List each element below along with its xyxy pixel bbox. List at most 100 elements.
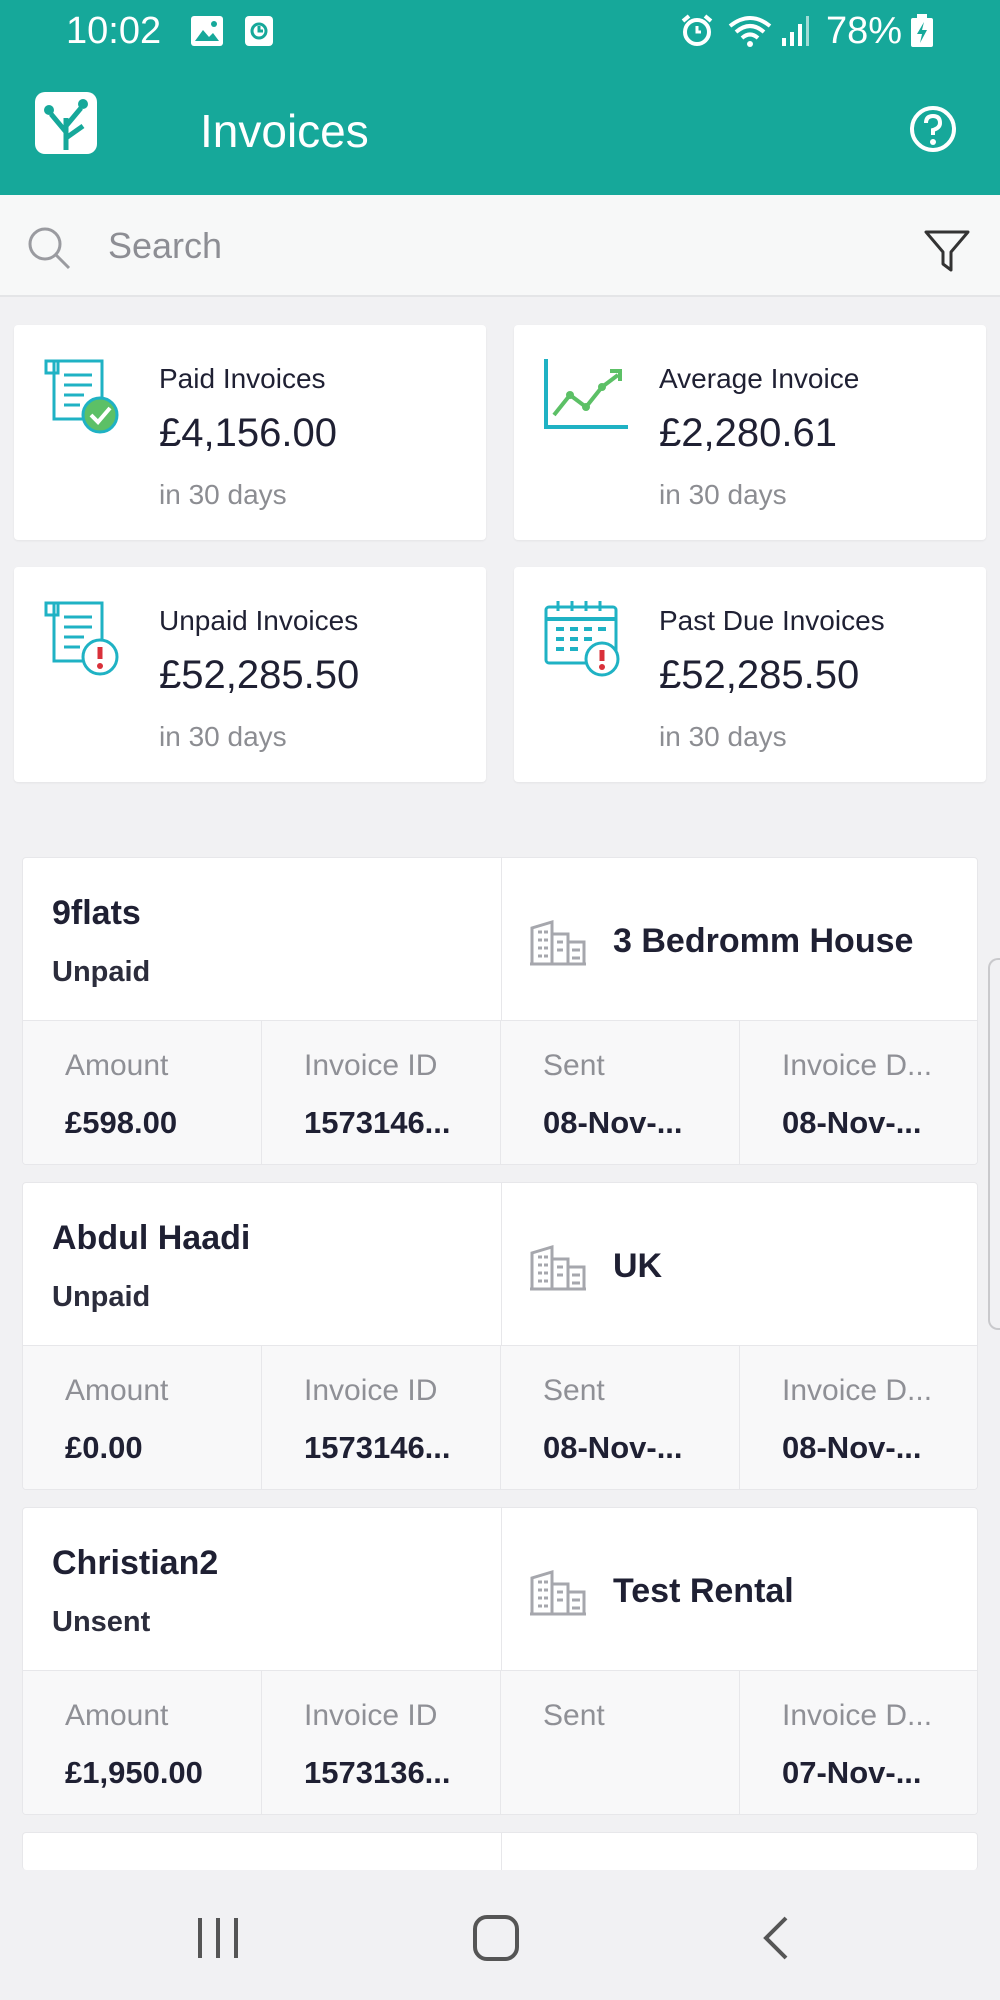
invoice-details: Amount £598.00 Invoice ID 1573146... Sen… xyxy=(23,1021,977,1164)
wifi-icon xyxy=(728,14,772,58)
summary-period: in 30 days xyxy=(159,479,287,510)
field-value: 08-Nov-... xyxy=(543,1430,683,1465)
summary-card-paid[interactable]: Paid Invoices £4,156.00 in 30 days xyxy=(14,325,486,540)
summary-period: in 30 days xyxy=(659,479,787,510)
screen-record-icon xyxy=(244,14,274,57)
invoice-property: Test Rental xyxy=(613,1572,794,1610)
field-value: 08-Nov-... xyxy=(543,1105,683,1140)
divider xyxy=(501,1183,502,1346)
field-value: 1573146... xyxy=(304,1105,451,1140)
invoice-client: 9flats xyxy=(52,894,141,932)
summary-period: in 30 days xyxy=(659,721,787,752)
divider xyxy=(501,1508,502,1671)
paid-invoice-icon xyxy=(40,355,130,445)
field-value: 08-Nov-... xyxy=(782,1430,922,1465)
invoice-status: Unsent xyxy=(52,1606,151,1638)
invoice-header: 9flats Unpaid 3 Bedromm House xyxy=(23,858,977,1021)
summary-period: in 30 days xyxy=(159,721,287,752)
app-header: 10:02 78% Invoices xyxy=(0,0,1000,195)
field-value: 07-Nov-... xyxy=(782,1755,922,1790)
invoice-date-cell: Invoice D... 08-Nov-... xyxy=(740,1021,977,1164)
invoice-id-cell: Invoice ID 1573146... xyxy=(262,1346,501,1489)
invoice-amount-cell: Amount £0.00 xyxy=(23,1346,262,1489)
field-label: Invoice D... xyxy=(782,1699,933,1732)
field-label: Sent xyxy=(543,1049,605,1082)
invoice-id-cell: Invoice ID 1573136... xyxy=(262,1671,501,1814)
field-label: Sent xyxy=(543,1374,605,1407)
invoice-header: Abdul Haadi Unpaid UK xyxy=(23,1183,977,1346)
search-input[interactable] xyxy=(108,220,888,272)
status-bar: 10:02 78% xyxy=(0,0,1000,66)
invoice-date-cell: Invoice D... 07-Nov-... xyxy=(740,1671,977,1814)
field-value: £598.00 xyxy=(65,1105,178,1140)
invoice-status: Unpaid xyxy=(52,956,151,988)
invoice-amount-cell: Amount £1,950.00 xyxy=(23,1671,262,1814)
summary-value: £2,280.61 xyxy=(659,411,837,455)
field-value: £1,950.00 xyxy=(65,1755,203,1790)
tree-logo-icon[interactable] xyxy=(35,92,97,154)
invoice-card[interactable]: Christian2 Unsent Test Rental Amount £1,… xyxy=(22,1507,978,1815)
home-icon[interactable] xyxy=(468,1910,524,1966)
invoice-sent-cell: Sent 08-Nov-... xyxy=(501,1346,740,1489)
unpaid-invoice-icon xyxy=(40,597,130,687)
status-time: 10:02 xyxy=(66,10,162,52)
search-icon xyxy=(26,225,72,271)
help-button[interactable] xyxy=(908,104,958,154)
search-bar xyxy=(0,195,1000,297)
invoice-sent-cell: Sent xyxy=(501,1671,740,1814)
filter-icon xyxy=(924,230,970,272)
filter-button[interactable] xyxy=(922,226,972,276)
invoice-card[interactable]: Abdul Haadi Unpaid UK Amount £0.00 Invoi… xyxy=(22,1182,978,1490)
invoice-client: Abdul Haadi xyxy=(52,1219,251,1257)
building-icon xyxy=(528,1243,588,1291)
invoice-status: Unpaid xyxy=(52,1281,151,1313)
field-label: Invoice D... xyxy=(782,1374,933,1407)
field-label: Invoice ID xyxy=(304,1699,438,1732)
field-value: 08-Nov-... xyxy=(782,1105,922,1140)
invoice-date-cell: Invoice D... 08-Nov-... xyxy=(740,1346,977,1489)
invoice-amount-cell: Amount £598.00 xyxy=(23,1021,262,1164)
building-icon xyxy=(528,1568,588,1616)
invoice-client: Christian2 xyxy=(52,1544,219,1582)
invoice-card[interactable]: 9flats Unpaid 3 Bedromm House Amount £59… xyxy=(22,857,978,1165)
invoice-details: Amount £0.00 Invoice ID 1573146... Sent … xyxy=(23,1346,977,1489)
summary-card-unpaid[interactable]: Unpaid Invoices £52,285.50 in 30 days xyxy=(14,567,486,782)
invoice-property: 3 Bedromm House xyxy=(613,922,914,960)
invoice-property: UK xyxy=(613,1247,663,1285)
field-label: Invoice ID xyxy=(304,1374,438,1407)
recent-apps-icon[interactable] xyxy=(190,1910,246,1966)
image-icon xyxy=(190,14,224,57)
summary-card-past-due[interactable]: Past Due Invoices £52,285.50 in 30 days xyxy=(514,567,986,782)
building-icon xyxy=(528,918,588,966)
summary-value: £52,285.50 xyxy=(659,653,860,697)
help-circle-icon xyxy=(910,106,956,152)
summary-value: £4,156.00 xyxy=(159,411,337,455)
scrollbar[interactable] xyxy=(988,958,1000,1330)
divider xyxy=(501,858,502,1021)
field-label: Amount xyxy=(65,1374,169,1407)
field-label: Sent xyxy=(543,1699,605,1732)
divider xyxy=(501,1833,502,1870)
summary-card-average[interactable]: Average Invoice £2,280.61 in 30 days xyxy=(514,325,986,540)
battery-charging-icon xyxy=(910,14,934,58)
invoice-id-cell: Invoice ID 1573146... xyxy=(262,1021,501,1164)
field-label: Invoice D... xyxy=(782,1049,933,1082)
summary-label: Past Due Invoices xyxy=(659,605,885,636)
field-value: 1573146... xyxy=(304,1430,451,1465)
page-title: Invoices xyxy=(200,105,369,157)
system-nav-bar xyxy=(0,1870,1000,2000)
field-label: Amount xyxy=(65,1049,169,1082)
alarm-icon xyxy=(680,14,714,58)
summary-label: Average Invoice xyxy=(659,363,860,394)
past-due-calendar-icon xyxy=(540,597,630,687)
summary-value: £52,285.50 xyxy=(159,653,360,697)
back-icon[interactable] xyxy=(750,1910,806,1966)
battery-percent: 78% xyxy=(826,10,903,52)
field-label: Invoice ID xyxy=(304,1049,438,1082)
trend-chart-icon xyxy=(540,355,630,445)
summary-label: Paid Invoices xyxy=(159,363,326,394)
invoice-card[interactable] xyxy=(22,1832,978,1870)
invoice-header: Christian2 Unsent Test Rental xyxy=(23,1508,977,1671)
summary-label: Unpaid Invoices xyxy=(159,605,359,636)
field-value: 1573136... xyxy=(304,1755,451,1790)
